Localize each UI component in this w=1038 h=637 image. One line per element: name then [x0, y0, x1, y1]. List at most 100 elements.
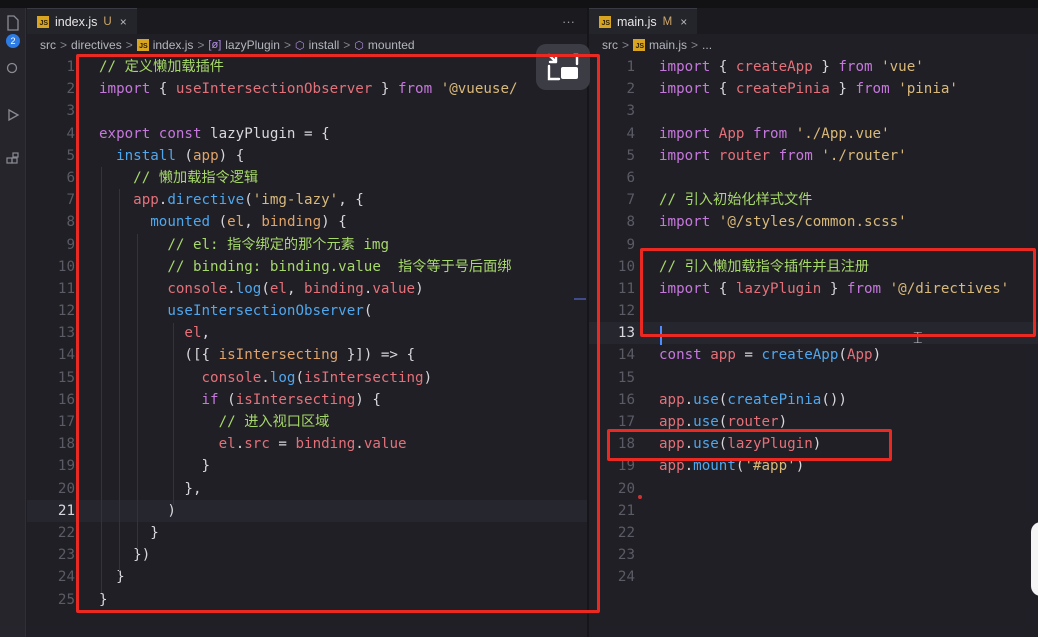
code-line[interactable]: 19 }	[27, 455, 587, 477]
code-line[interactable]: 21 )	[27, 499, 587, 522]
code-token: value	[363, 436, 407, 453]
code-token: app	[659, 414, 685, 430]
tab-index-js[interactable]: JS index.js U ×	[27, 8, 137, 34]
code-line[interactable]: 16 app.use(createPinia())	[589, 389, 1038, 411]
code-line[interactable]: 3	[589, 100, 1038, 122]
code-token: (	[210, 214, 228, 231]
code-token: import	[659, 147, 711, 164]
breadcrumb: src > JS main.js > ...	[589, 34, 1038, 56]
code-area[interactable]: 1 // 定义懒加载插件 2 import { useIntersectionObse…	[27, 56, 587, 611]
code-line[interactable]: 17 // 进入视口区域	[27, 411, 587, 433]
code-line[interactable]: 9	[589, 234, 1038, 256]
explorer-icon[interactable]	[2, 12, 24, 34]
code-line[interactable]: 18 app.use(lazyPlugin)	[589, 433, 1038, 455]
breadcrumb-item-file[interactable]: main.js	[649, 38, 687, 52]
code-line[interactable]: 9 // el: 指令绑定的那个元素 img	[27, 234, 587, 256]
code-line[interactable]: 11 import { lazyPlugin } from '@/directiv…	[589, 278, 1038, 300]
code-line[interactable]: 24	[589, 566, 1038, 588]
code-line[interactable]: 24 }	[27, 566, 587, 588]
code-line[interactable]: 17 app.use(router)	[589, 411, 1038, 433]
code-line[interactable]: 23	[589, 544, 1038, 566]
code-token: )	[812, 436, 822, 453]
code-line[interactable]: 8 mounted (el, binding) {	[27, 211, 587, 233]
close-icon[interactable]: ×	[680, 15, 687, 29]
code-line[interactable]: 12 useIntersectionObserver(	[27, 300, 587, 322]
line-number: 17	[617, 414, 635, 430]
code-line[interactable]: 6 // 懒加载指令逻辑	[27, 167, 587, 189]
code-line[interactable]: 3	[27, 100, 587, 122]
code-line[interactable]: 8 import '@/styles/common.scss'	[589, 211, 1038, 233]
code-line[interactable]: 2 import { createPinia } from 'pinia'	[589, 78, 1038, 100]
line-number: 20	[617, 480, 635, 497]
line-number: 16	[57, 391, 75, 408]
code-line[interactable]: 4 import App from './App.vue'	[589, 123, 1038, 145]
code-line[interactable]: 21	[589, 500, 1038, 522]
side-overlay-handle[interactable]	[1031, 522, 1038, 596]
line-number: 19	[617, 458, 635, 475]
breadcrumb-item-install[interactable]: install	[309, 38, 340, 52]
code-line[interactable]: 2 import { useIntersectionObserver } from…	[27, 78, 587, 100]
search-icon[interactable]	[2, 58, 24, 80]
code-token: (	[244, 192, 253, 209]
code-line[interactable]: 6	[589, 167, 1038, 189]
code-token: .	[684, 458, 694, 475]
code-token: }	[372, 81, 398, 98]
line-number: 23	[57, 547, 75, 564]
extensions-icon[interactable]	[2, 148, 24, 170]
code-line[interactable]: 10 // binding: binding.value 指令等于号后面绑	[27, 256, 587, 278]
code-line[interactable]: 4 export const lazyPlugin = {	[27, 123, 587, 145]
scrollbar-marker[interactable]	[574, 298, 586, 300]
tab-main-js[interactable]: JS main.js M ×	[589, 8, 698, 34]
code-token: createApp	[761, 347, 839, 364]
breadcrumb-item-directives[interactable]: directives	[71, 38, 122, 52]
code-line[interactable]: 5 install (app) {	[27, 145, 587, 167]
code-line[interactable]: 15	[589, 367, 1038, 389]
code-line[interactable]: 14 const app = createApp(App)	[589, 344, 1038, 366]
breadcrumb-item-src[interactable]: src	[40, 38, 56, 52]
breadcrumb-separator: >	[197, 38, 205, 52]
code-line[interactable]: 1 // 定义懒加载插件	[27, 56, 587, 78]
code-line[interactable]: 16 if (isIntersecting) {	[27, 389, 587, 411]
breadcrumb-item-file[interactable]: index.js	[153, 38, 194, 52]
code-line[interactable]: 13 el,	[27, 322, 587, 344]
picture-in-picture-button[interactable]	[536, 44, 590, 90]
code-token: app	[710, 347, 736, 364]
code-line[interactable]: 13	[589, 322, 1038, 345]
code-token: app	[659, 436, 685, 453]
breadcrumb-item-src[interactable]: src	[602, 38, 618, 52]
line-number: 2	[626, 81, 635, 98]
more-actions-icon[interactable]: ···	[550, 8, 587, 34]
breadcrumb-item-mounted[interactable]: mounted	[368, 38, 415, 52]
code-line[interactable]: 15 console.log(isIntersecting)	[27, 367, 587, 389]
code-line[interactable]: 11 console.log(el, binding.value)	[27, 278, 587, 300]
code-line[interactable]: 7 app.directive('img-lazy', {	[27, 189, 587, 211]
run-debug-icon[interactable]	[2, 104, 24, 126]
code-line[interactable]: 5 import router from './router'	[589, 145, 1038, 167]
code-line[interactable]: 12	[589, 300, 1038, 322]
code-line[interactable]: 25}	[27, 589, 587, 611]
breadcrumb-ellipsis[interactable]: ...	[702, 38, 712, 52]
code-area[interactable]: 1 import { createApp } from 'vue' 2 import …	[589, 56, 1038, 589]
code-line[interactable]: 18 el.src = binding.value	[27, 433, 587, 455]
close-icon[interactable]: ×	[120, 15, 127, 29]
code-token: .	[227, 280, 236, 297]
code-line[interactable]: 10 // 引入懒加载指令插件并且注册	[589, 256, 1038, 278]
code-line[interactable]: 14 ([{ isIntersecting }]) => {	[27, 344, 587, 366]
code-line[interactable]: 22 }	[27, 522, 587, 544]
code-token: lazyPlugin	[735, 280, 822, 297]
breadcrumb-item-plugin[interactable]: lazyPlugin	[225, 38, 280, 52]
code-token: binding	[295, 436, 356, 453]
code-line[interactable]: 23 })	[27, 544, 587, 566]
line-number: 8	[626, 214, 635, 231]
line-number: 16	[617, 391, 635, 408]
code-line[interactable]: 19 app.mount('#app')	[589, 455, 1038, 477]
code-token: app	[192, 147, 219, 164]
code-line[interactable]: 22	[589, 522, 1038, 544]
code-line[interactable]: 1 import { createApp } from 'vue'	[589, 56, 1038, 78]
code-line[interactable]: 7 // 引入初始化样式文件	[589, 189, 1038, 211]
code-line[interactable]: 20 },	[27, 478, 587, 500]
line-number: 15	[57, 369, 75, 386]
code-line[interactable]: 20	[589, 478, 1038, 500]
